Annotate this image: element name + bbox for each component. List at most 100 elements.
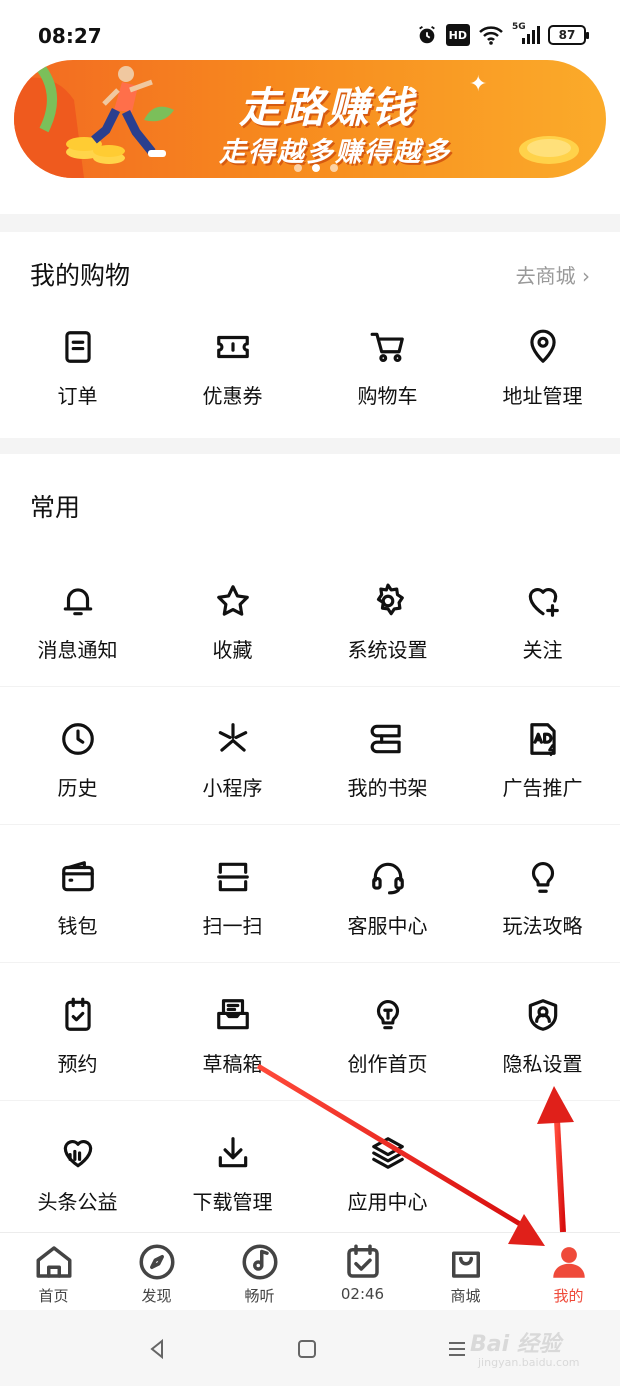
ad-icon bbox=[522, 718, 564, 760]
nav-back-button[interactable] bbox=[140, 1332, 174, 1366]
common-item-advertising[interactable]: 广告推广 bbox=[465, 718, 620, 828]
common-item-privacy-settings[interactable]: 隐私设置 bbox=[465, 994, 620, 1104]
wifi-icon bbox=[478, 24, 504, 46]
common-item-label: 草稿箱 bbox=[202, 1052, 263, 1076]
privacy-shield-icon bbox=[522, 994, 564, 1036]
row-divider bbox=[0, 824, 620, 825]
common-item-creator-home[interactable]: 创作首页 bbox=[310, 994, 465, 1104]
common-item-reservation[interactable]: 预约 bbox=[0, 994, 155, 1104]
status-bar: 08:27 HD 5G 87 bbox=[0, 0, 620, 60]
common-item-mini-program[interactable]: 小程序 bbox=[155, 718, 310, 828]
shop-item-cart[interactable]: 购物车 bbox=[310, 326, 465, 436]
common-item-settings[interactable]: 系统设置 bbox=[310, 580, 465, 690]
common-item-scan[interactable]: 扫一扫 bbox=[155, 856, 310, 966]
common-item-label: 我的书架 bbox=[347, 776, 428, 800]
back-triangle-icon bbox=[150, 1338, 163, 1360]
tab-label: 我的 bbox=[553, 1287, 584, 1305]
battery-indicator: 87 bbox=[548, 25, 589, 45]
music-disc-icon bbox=[242, 1244, 277, 1280]
watermark-url: jingyan.baidu.com bbox=[478, 1356, 580, 1369]
calendar-check-icon bbox=[346, 1244, 379, 1278]
common-item-label: 历史 bbox=[57, 776, 98, 800]
shop-item-address[interactable]: 地址管理 bbox=[465, 326, 620, 436]
promo-banner[interactable]: 走路赚钱 走得越多赚得越多 ✦ bbox=[14, 60, 606, 178]
location-icon bbox=[522, 326, 564, 368]
go-to-mall-link[interactable]: 去商城 › bbox=[516, 260, 590, 289]
common-item-bookshelf[interactable]: 我的书架 bbox=[310, 718, 465, 828]
row-divider bbox=[0, 962, 620, 963]
common-item-charity[interactable]: 头条公益 bbox=[0, 1132, 155, 1242]
status-time: 08:27 bbox=[38, 24, 102, 48]
carousel-dot[interactable] bbox=[294, 164, 302, 172]
heart-plus-icon bbox=[522, 580, 564, 622]
headset-icon bbox=[367, 856, 409, 898]
common-item-notifications[interactable]: 消息通知 bbox=[0, 580, 155, 690]
menu-lines-icon bbox=[449, 1342, 465, 1356]
tab-me[interactable]: 我的 bbox=[517, 1241, 620, 1306]
coin-decoration bbox=[519, 136, 579, 164]
compass-icon bbox=[139, 1244, 174, 1280]
tab-listen[interactable]: 畅听 bbox=[208, 1241, 311, 1306]
layers-icon bbox=[367, 1132, 409, 1174]
runner-illustration bbox=[14, 60, 174, 178]
shop-item-coupon[interactable]: 优惠券 bbox=[155, 326, 310, 436]
tab-label: 首页 bbox=[38, 1287, 69, 1305]
clock-icon bbox=[57, 718, 99, 760]
nav-menu-button[interactable] bbox=[440, 1332, 474, 1366]
common-item-label: 客服中心 bbox=[347, 914, 428, 938]
shop-item-order[interactable]: 订单 bbox=[0, 326, 155, 436]
common-item-label: 下载管理 bbox=[192, 1190, 273, 1214]
coupon-icon bbox=[212, 326, 254, 368]
tab-timer[interactable]: 02:46 bbox=[311, 1241, 414, 1303]
tab-discover[interactable]: 发现 bbox=[105, 1241, 208, 1306]
nav-home-button[interactable] bbox=[290, 1332, 324, 1366]
tab-label: 发现 bbox=[141, 1287, 172, 1305]
tab-label: 畅听 bbox=[244, 1287, 275, 1305]
watermark-logo: Bai 经验 bbox=[470, 1332, 561, 1357]
section-title-common: 常用 bbox=[30, 493, 81, 522]
common-item-customer-service[interactable]: 客服中心 bbox=[310, 856, 465, 966]
shop-item-label: 订单 bbox=[57, 384, 98, 408]
scan-icon bbox=[212, 856, 254, 898]
carousel-dot[interactable] bbox=[330, 164, 338, 172]
common-item-downloads[interactable]: 下载管理 bbox=[155, 1132, 310, 1242]
common-item-wallet[interactable]: 钱包 bbox=[0, 856, 155, 966]
section-title-shopping: 我的购物 bbox=[30, 261, 131, 290]
person-icon bbox=[552, 1247, 585, 1278]
carousel-dot-active[interactable] bbox=[312, 164, 320, 172]
gear-icon bbox=[367, 580, 409, 622]
tab-home[interactable]: 首页 bbox=[2, 1241, 105, 1306]
wallet-icon bbox=[57, 856, 99, 898]
lightbulb-icon bbox=[522, 856, 564, 898]
bottom-tab-bar: 首页 发现 畅听 02:46 商城 我的 bbox=[0, 1232, 620, 1310]
common-item-label: 广告推广 bbox=[502, 776, 583, 800]
common-item-drafts[interactable]: 草稿箱 bbox=[155, 994, 310, 1104]
tab-mall[interactable]: 商城 bbox=[414, 1241, 517, 1306]
banner-section: 走路赚钱 走得越多赚得越多 ✦ bbox=[0, 60, 620, 214]
common-item-label: 应用中心 bbox=[347, 1190, 428, 1214]
hd-badge: HD bbox=[445, 24, 470, 46]
common-item-label: 创作首页 bbox=[347, 1052, 428, 1076]
row-divider bbox=[0, 686, 620, 687]
common-item-label: 扫一扫 bbox=[202, 914, 263, 938]
carousel-dots bbox=[294, 164, 338, 172]
common-item-history[interactable]: 历史 bbox=[0, 718, 155, 828]
common-item-label: 隐私设置 bbox=[502, 1052, 583, 1076]
mini-program-icon bbox=[212, 718, 254, 760]
star-icon bbox=[212, 580, 254, 622]
common-item-follow[interactable]: 关注 bbox=[465, 580, 620, 690]
common-item-label: 关注 bbox=[522, 638, 563, 662]
my-shopping-section: 我的购物 去商城 › 订单 优惠券 购物车 地址管理 bbox=[0, 232, 620, 438]
bookshelf-icon bbox=[367, 718, 409, 760]
common-item-favorites[interactable]: 收藏 bbox=[155, 580, 310, 690]
home-square-icon bbox=[298, 1340, 316, 1358]
common-item-app-center[interactable]: 应用中心 bbox=[310, 1132, 465, 1242]
cart-icon bbox=[367, 326, 409, 368]
order-icon bbox=[57, 326, 99, 368]
row-divider bbox=[0, 1100, 620, 1101]
sparkle-icon: ✦ bbox=[469, 72, 488, 97]
common-item-label: 收藏 bbox=[212, 638, 253, 662]
common-item-label: 钱包 bbox=[57, 914, 98, 938]
common-item-guide[interactable]: 玩法攻略 bbox=[465, 856, 620, 966]
shop-item-label: 优惠券 bbox=[202, 384, 263, 408]
